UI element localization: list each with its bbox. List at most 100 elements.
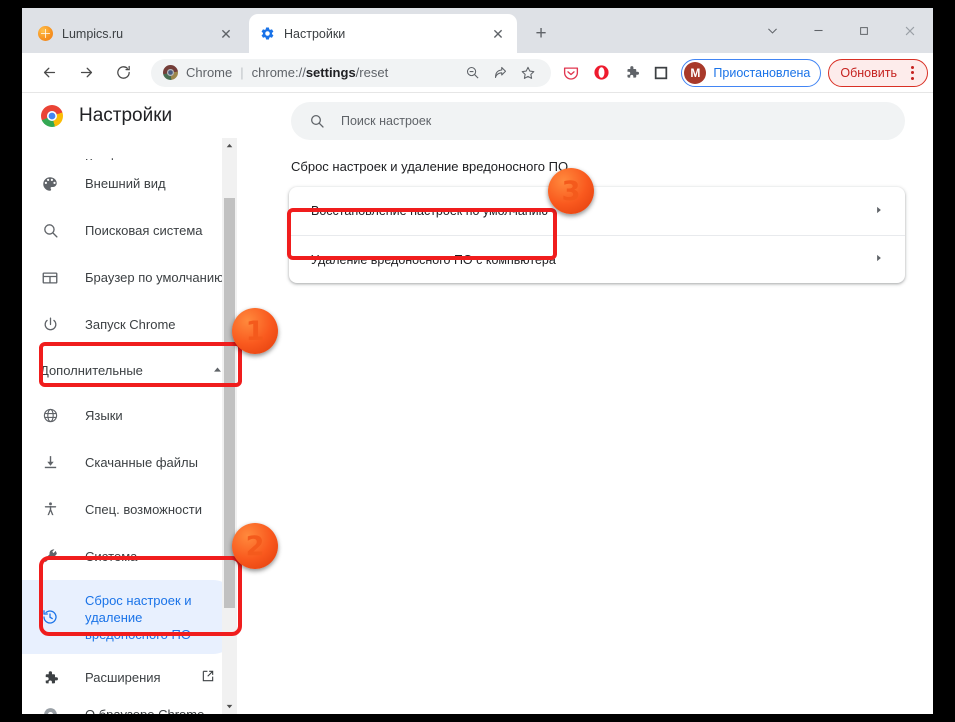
omnibox-url: chrome://settings/reset (252, 65, 389, 80)
download-icon (40, 453, 60, 473)
search-icon (40, 221, 60, 241)
step-badge-2: 2 (232, 523, 278, 569)
address-bar[interactable]: Chrome | chrome://settings/reset (151, 58, 552, 87)
step-badge-number: 2 (245, 530, 265, 562)
browser-window-icon (40, 268, 60, 288)
search-placeholder: Поиск настроек (341, 114, 432, 128)
tab-search-icon[interactable] (749, 8, 795, 53)
external-link-icon[interactable] (201, 669, 215, 686)
sidebar-item-privacy[interactable]: Конфиденциальность (22, 138, 237, 160)
gear-icon (259, 26, 275, 42)
sidebar-item-label: Браузер по умолчанию (85, 270, 224, 285)
section-title: Сброс настроек и удаление вредоносного П… (291, 159, 569, 174)
sidebar-item-extensions[interactable]: Расширения (22, 654, 237, 701)
share-icon[interactable] (487, 60, 513, 86)
search-icon (309, 113, 325, 129)
chevron-right-icon (874, 253, 884, 266)
chrome-logo-icon (40, 704, 60, 714)
tab-settings[interactable]: Настройки ✕ (249, 14, 517, 53)
row-label: Восстановление настроек по умолчанию (311, 204, 549, 218)
settings-header: Настройки (22, 93, 237, 138)
url-prefix: chrome:// (251, 65, 306, 80)
profile-status-label: Приостановлена (713, 65, 811, 80)
sidebar-item-label: Спец. возможности (85, 502, 202, 517)
sidebar-item-reset[interactable]: Сброс настроек и удаление вредоносного П… (22, 580, 237, 654)
sidebar-item-accessibility[interactable]: Спец. возможности (22, 486, 237, 533)
url-suffix: /reset (355, 65, 389, 80)
tab-close-button[interactable]: ✕ (489, 25, 507, 43)
maximize-button[interactable] (841, 8, 887, 53)
bookmark-star-icon[interactable] (515, 60, 541, 86)
sidebar-item-search-engine[interactable]: Поисковая система (22, 207, 237, 254)
avatar: M (684, 61, 707, 84)
step-badge-number: 1 (245, 315, 265, 347)
forward-button[interactable] (71, 58, 101, 88)
settings-page: Настройки Конфиденциальность Внешний вид (22, 93, 933, 714)
palette-icon (40, 174, 60, 194)
chevron-right-icon (874, 205, 884, 218)
cleanup-computer-row[interactable]: Удаление вредоносного ПО с компьютера (289, 235, 905, 283)
window-controls (749, 8, 933, 53)
scroll-down-arrow[interactable] (222, 699, 237, 714)
row-label: Удаление вредоносного ПО с компьютера (311, 252, 556, 267)
orange-circle-favicon (37, 26, 53, 42)
tab-lumpics[interactable]: Lumpics.ru ✕ (27, 14, 245, 53)
minimize-button[interactable] (795, 8, 841, 53)
pocket-icon[interactable] (557, 59, 585, 87)
omnibox-separator: | (240, 65, 244, 80)
reading-list-icon[interactable] (647, 59, 675, 87)
url-bold: settings (305, 65, 356, 80)
sidebar-nav-list: Конфиденциальность Внешний вид Поисковая… (22, 138, 237, 714)
tab-close-button[interactable]: ✕ (217, 25, 235, 43)
sidebar-item-system[interactable]: Система (22, 533, 237, 580)
sidebar-item-label: Внешний вид (85, 176, 166, 191)
close-button[interactable] (887, 8, 933, 53)
update-label: Обновить (840, 65, 897, 80)
sidebar-item-label: Поисковая система (85, 223, 203, 238)
sidebar-item-default-browser[interactable]: Браузер по умолчанию (22, 254, 237, 301)
new-tab-button[interactable]: + (527, 20, 555, 48)
sidebar-item-label: Скачанные файлы (85, 455, 198, 470)
step-badge-3: 3 (548, 168, 594, 214)
advanced-sidebar-toggle[interactable]: Дополнительные (22, 348, 237, 392)
reset-options-card: Восстановление настроек по умолчанию Уда… (289, 187, 905, 283)
kebab-menu-icon[interactable] (901, 62, 923, 84)
browser-window: Lumpics.ru ✕ Настройки ✕ + Chrome | chro… (22, 8, 933, 714)
tab-title: Lumpics.ru (62, 26, 124, 41)
zoom-out-icon[interactable] (459, 60, 485, 86)
sidebar-scrollbar[interactable] (222, 138, 237, 714)
sidebar-item-label: Система (85, 549, 138, 564)
settings-sidebar: Настройки Конфиденциальность Внешний вид (22, 93, 237, 714)
opera-vpn-icon[interactable] (587, 59, 615, 87)
step-badge-1: 1 (232, 308, 278, 354)
tab-strip: Lumpics.ru ✕ Настройки ✕ + (22, 8, 933, 53)
browser-toolbar: Chrome | chrome://settings/reset M Приос… (22, 53, 933, 93)
back-button[interactable] (34, 58, 64, 88)
scroll-up-arrow[interactable] (222, 138, 237, 153)
tab-title: Настройки (284, 26, 346, 41)
omnibox-scheme-label: Chrome (186, 65, 233, 80)
sidebar-item-startup[interactable]: Запуск Chrome (22, 301, 237, 348)
step-badge-number: 3 (561, 175, 581, 207)
sidebar-item-label: Запуск Chrome (85, 317, 176, 332)
sidebar-item-label: Расширения (85, 670, 161, 685)
sidebar-item-languages[interactable]: Языки (22, 392, 237, 439)
advanced-label: Дополнительные (40, 362, 143, 378)
sidebar-item-label: О браузере Chrome (85, 706, 205, 715)
globe-icon (40, 406, 60, 426)
page-title: Настройки (79, 104, 173, 126)
reload-button[interactable] (108, 58, 138, 88)
sidebar-item-appearance[interactable]: Внешний вид (22, 160, 237, 207)
search-settings-input[interactable]: Поиск настроек (291, 102, 905, 140)
sidebar-item-about[interactable]: О браузере Chrome (22, 701, 237, 714)
sidebar-item-label: Сброс настроек и удаление вредоносного П… (85, 592, 192, 642)
sidebar-item-downloads[interactable]: Скачанные файлы (22, 439, 237, 486)
extensions-puzzle-icon (40, 668, 60, 688)
history-restore-icon (40, 607, 60, 627)
restore-defaults-row[interactable]: Восстановление настроек по умолчанию (289, 187, 905, 235)
power-icon (40, 315, 60, 335)
chrome-logo-icon (163, 65, 178, 80)
extensions-puzzle-icon[interactable] (617, 59, 645, 87)
profile-button[interactable]: M Приостановлена (681, 58, 822, 87)
update-button[interactable]: Обновить (828, 58, 928, 87)
